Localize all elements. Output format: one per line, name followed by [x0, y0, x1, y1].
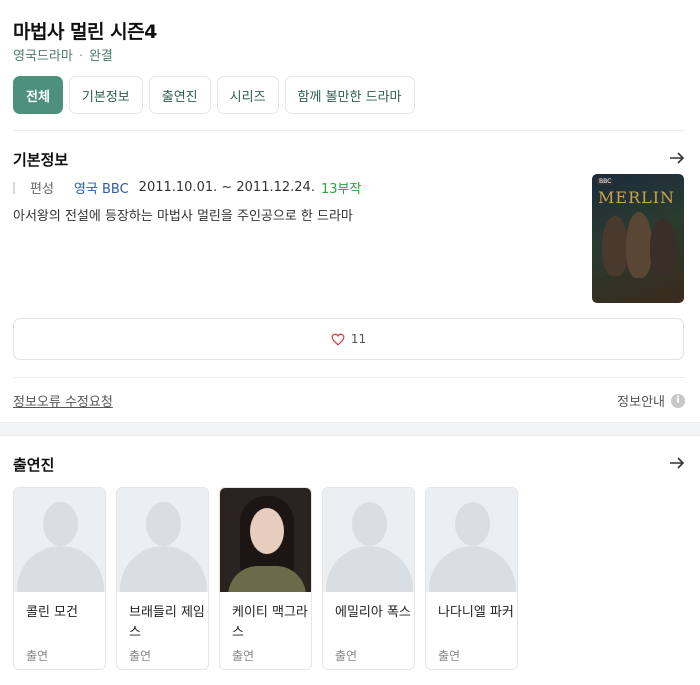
channel-link[interactable]: 영국 BBC [74, 178, 129, 197]
cast-card[interactable]: 브래들리 제임스 출연 [116, 487, 209, 670]
cast-name: 에밀리아 폭스 [335, 605, 411, 620]
arrow-right-icon[interactable] [668, 454, 686, 472]
poster-figure [626, 212, 652, 278]
poster-logo: MERLIN [598, 188, 676, 207]
poster-figure [602, 216, 628, 276]
heart-icon [331, 333, 345, 346]
section-gap [0, 422, 700, 436]
cast-list: 콜린 모건 출연 브래들리 제임스 출연 케이티 맥그라스 출연 에밀리아 폭스… [13, 487, 518, 670]
subtitle: 영국드라마 · 완결 [13, 45, 113, 64]
drama-header-panel: 마법사 멀린 시즌4 영국드라마 · 완결 전체 기본정보 출연진 시리즈 함께 볼… [0, 0, 700, 422]
cast-role: 출연 [438, 649, 461, 663]
status-label: 완결 [88, 49, 113, 64]
cast-role: 출연 [232, 649, 255, 663]
category-label[interactable]: 영국드라마 [13, 49, 73, 64]
divider [13, 377, 685, 378]
tab-basic-info[interactable]: 기본정보 [68, 76, 143, 114]
report-error-link[interactable]: 정보오류 수정요청 [13, 391, 113, 410]
avatar-placeholder [426, 488, 517, 592]
broadcast-info-row: 편성 영국 BBC 2011.10.01. ~ 2011.12.24. 13부작 [13, 178, 361, 197]
divider [13, 130, 685, 131]
cast-role: 출연 [26, 649, 49, 663]
poster-badge: BBC [597, 178, 614, 185]
cast-role: 출연 [129, 649, 152, 663]
broadcast-dates: 2011.10.01. ~ 2011.12.24. [138, 180, 315, 195]
cast-name: 브래들리 제임스 [129, 605, 205, 640]
cast-card[interactable]: 에밀리아 폭스 출연 [322, 487, 415, 670]
cast-name: 나다니엘 파커 [438, 605, 514, 620]
poster-image[interactable]: BBC MERLIN [592, 174, 684, 303]
page-title: 마법사 멀린 시즌4 [13, 21, 157, 43]
avatar-placeholder [323, 488, 414, 592]
cast-card[interactable]: 케이티 맥그라스 출연 [219, 487, 312, 670]
basic-info-title[interactable]: 기본정보 [13, 149, 68, 170]
episode-count: 13부작 [320, 182, 362, 197]
info-icon: i [671, 393, 685, 408]
description: 아서왕의 전설에 등장하는 마법사 멀린을 주인공으로 한 드라마 [13, 209, 353, 224]
cast-name: 케이티 맥그라스 [232, 605, 308, 640]
tab-cast[interactable]: 출연진 [148, 76, 211, 114]
cast-name: 콜린 모건 [26, 605, 78, 620]
tab-recommendations[interactable]: 함께 볼만한 드라마 [284, 76, 415, 114]
cast-role: 출연 [335, 649, 358, 663]
poster-figure [650, 218, 676, 276]
avatar-placeholder [117, 488, 208, 592]
cast-title[interactable]: 출연진 [13, 454, 54, 475]
separator-dot: · [78, 49, 83, 64]
cast-card[interactable]: 콜린 모건 출연 [13, 487, 106, 670]
like-button[interactable]: 11 [13, 318, 684, 360]
avatar-photo [220, 488, 311, 592]
like-count: 11 [350, 332, 367, 346]
info-bar [13, 181, 15, 194]
tab-all[interactable]: 전체 [13, 76, 63, 114]
cast-card[interactable]: 나다니엘 파커 출연 [425, 487, 518, 670]
info-guide[interactable]: 정보안내 i [617, 391, 685, 410]
tab-series[interactable]: 시리즈 [216, 76, 279, 114]
tab-bar: 전체 기본정보 출연진 시리즈 함께 볼만한 드라마 [13, 76, 415, 114]
broadcast-label: 편성 [30, 182, 54, 197]
avatar-placeholder [14, 488, 105, 592]
arrow-right-icon[interactable] [668, 149, 686, 167]
info-guide-label: 정보안내 [617, 395, 665, 410]
